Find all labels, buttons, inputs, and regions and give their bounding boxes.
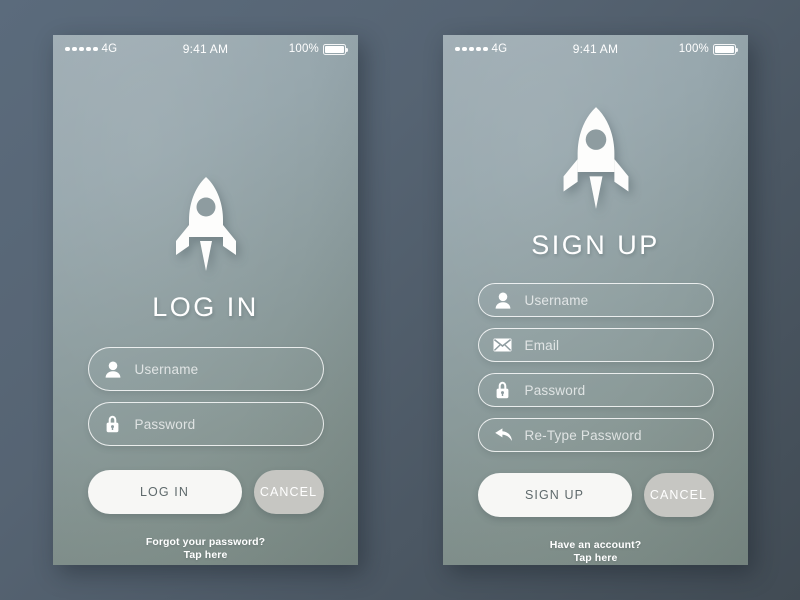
carrier-label: 4G: [101, 43, 118, 55]
forgot-password-line2: Tap here: [183, 549, 228, 561]
username-placeholder-login: Username: [134, 361, 199, 377]
status-bar-login: 4G 9:41 AM 100%: [53, 35, 358, 63]
battery-icon: [712, 43, 739, 55]
signal-dots-icon: [455, 46, 488, 52]
battery-percent-label: 100%: [288, 43, 319, 55]
login-button-row: LOG IN CANCEL: [87, 470, 324, 514]
retype-arrow-icon: [493, 425, 513, 445]
have-account-line2: Tap here: [573, 552, 618, 564]
retype-password-placeholder-signup: Re-Type Password: [524, 427, 642, 443]
signal-dots-icon: [65, 46, 98, 52]
login-screen-body: LOG IN Username Password LOG IN CANCEL F…: [53, 63, 358, 565]
retype-password-field-signup[interactable]: Re-Type Password: [477, 418, 714, 452]
email-placeholder-signup: Email: [524, 337, 560, 353]
status-time-signup: 9:41 AM: [572, 42, 619, 56]
rocket-icon: [170, 175, 242, 278]
email-field-signup[interactable]: Email: [477, 328, 714, 362]
login-button[interactable]: LOG IN: [87, 470, 242, 514]
have-account-link[interactable]: Have an account? Tap here: [550, 539, 641, 565]
username-placeholder-signup: Username: [524, 292, 589, 308]
user-icon: [103, 359, 123, 379]
password-field-signup[interactable]: Password: [477, 373, 714, 407]
page-title-signup: SIGN UP: [531, 230, 660, 260]
cancel-button-login[interactable]: CANCEL: [253, 470, 324, 514]
user-icon: [493, 290, 513, 310]
password-placeholder-signup: Password: [524, 382, 586, 398]
status-bar-signup: 4G 9:41 AM 100%: [443, 35, 748, 63]
signup-button-row: SIGN UP CANCEL: [477, 473, 714, 517]
phone-signup: 4G 9:41 AM 100% SIGN UP Username Email P…: [443, 35, 748, 565]
status-left: 4G: [65, 43, 158, 55]
signup-screen-body: SIGN UP Username Email Password Re-Type …: [443, 63, 748, 565]
have-account-line1: Have an account?: [549, 539, 642, 551]
lock-icon: [493, 380, 513, 400]
username-field-signup[interactable]: Username: [477, 283, 714, 317]
status-left-signup: 4G: [455, 43, 548, 55]
password-placeholder-login: Password: [134, 416, 196, 432]
status-time: 9:41 AM: [182, 42, 229, 56]
username-field-login[interactable]: Username: [87, 347, 324, 391]
signup-button[interactable]: SIGN UP: [477, 473, 632, 517]
phone-login: 4G 9:41 AM 100% LOG IN Username Password…: [53, 35, 358, 565]
forgot-password-line1: Forgot your password?: [145, 536, 266, 548]
carrier-label-signup: 4G: [491, 43, 508, 55]
envelope-icon: [493, 335, 513, 355]
lock-icon: [103, 414, 123, 434]
rocket-icon: [557, 105, 635, 216]
forgot-password-link[interactable]: Forgot your password? Tap here: [146, 536, 265, 562]
battery-icon: [322, 43, 349, 55]
status-right-signup: 100%: [643, 43, 739, 55]
cancel-button-signup[interactable]: CANCEL: [643, 473, 714, 517]
page-title-login: LOG IN: [152, 292, 259, 322]
battery-percent-label-signup: 100%: [678, 43, 709, 55]
status-right: 100%: [253, 43, 349, 55]
password-field-login[interactable]: Password: [87, 402, 324, 446]
